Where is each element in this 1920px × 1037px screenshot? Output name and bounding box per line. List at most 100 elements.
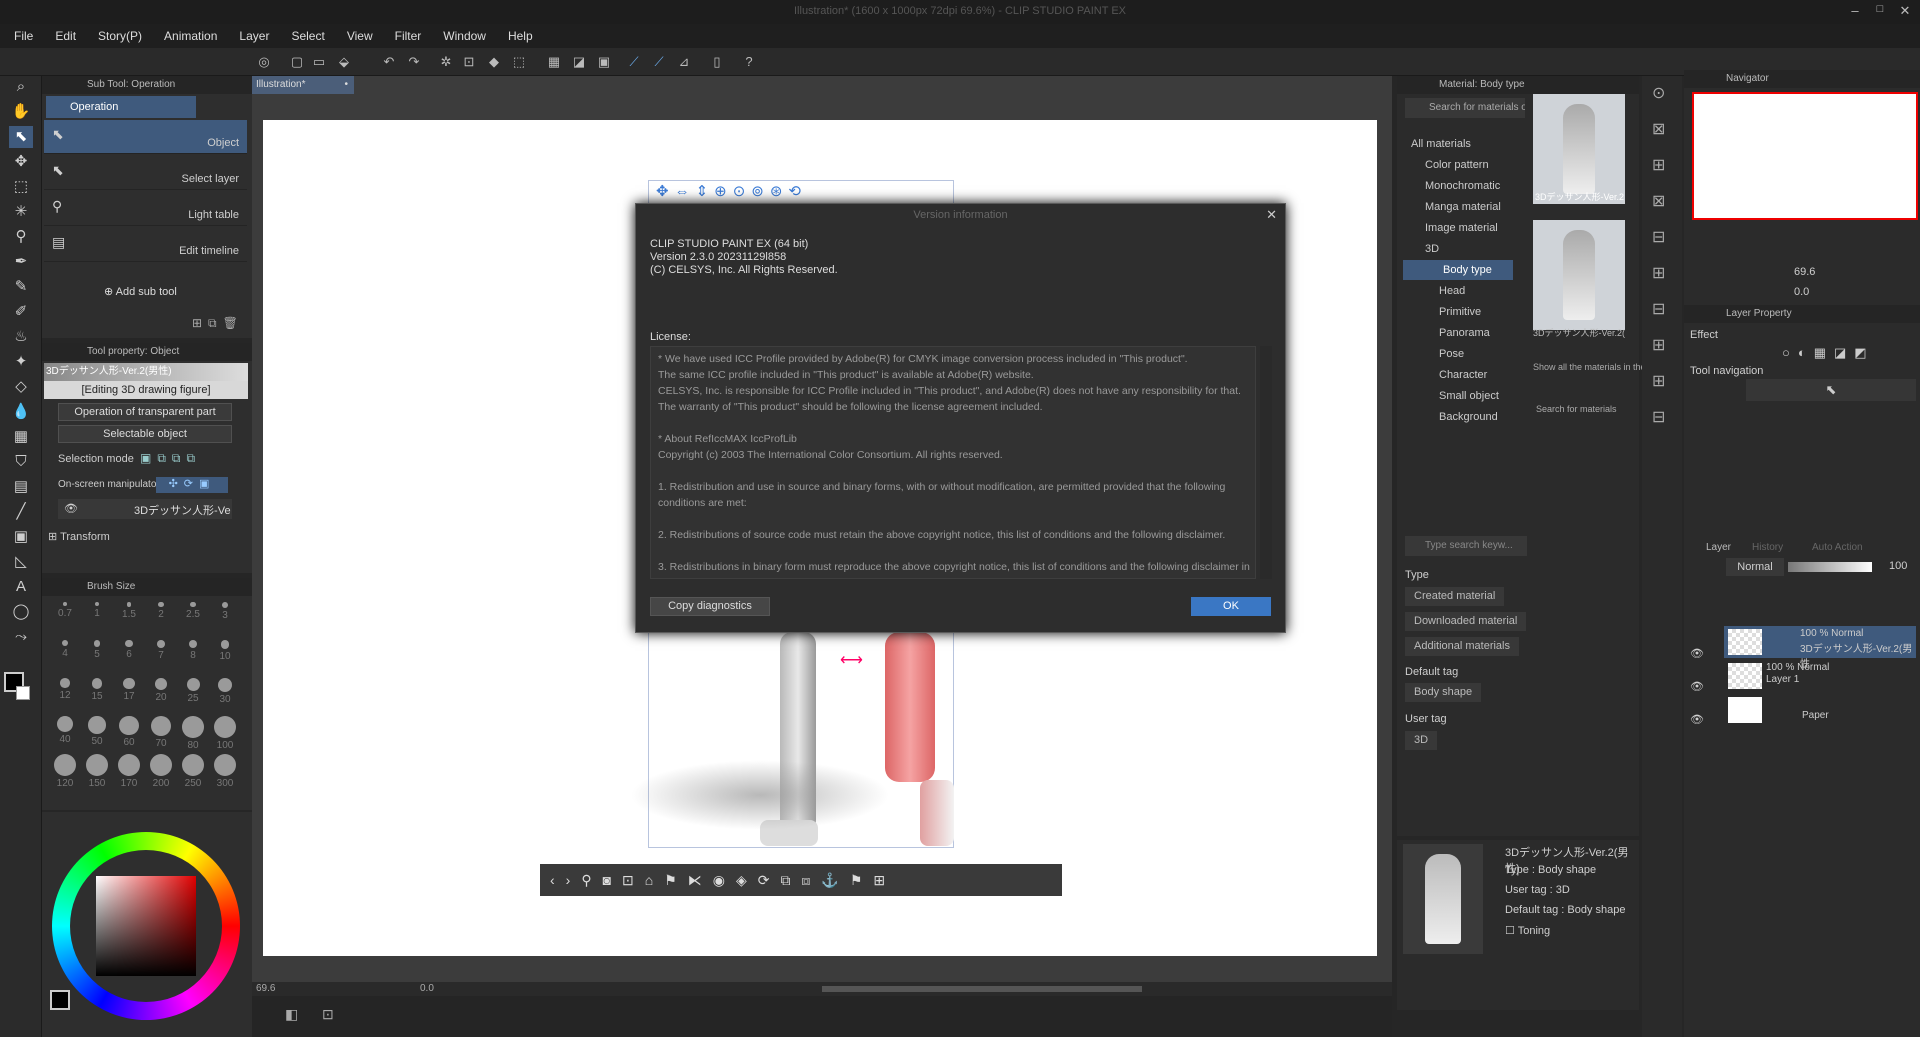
brush-size-option[interactable]: 3 [210,602,240,621]
license-scrollbar[interactable] [1260,346,1272,579]
menu-view[interactable]: View [336,24,384,48]
copy-diagnostics-button[interactable]: Copy diagnostics [650,597,770,616]
open-icon[interactable]: ▭ [310,53,328,71]
transparent-part-dropdown[interactable]: Operation of transparent part [58,403,232,421]
auto-select-tool-icon[interactable]: ✳ [9,201,33,223]
gradient-tool-icon[interactable]: ▤ [9,476,33,498]
brush-size-option[interactable]: 10 [210,640,240,662]
sub-tool-select-layer[interactable]: ⬉ Select layer [44,156,247,190]
brush-size-option[interactable]: 2.5 [178,602,208,620]
default-tag-body-shape[interactable]: Body shape [1405,683,1482,702]
layer-visibility-icons[interactable]: 👁 👁 👁 [1690,638,1704,737]
eyedropper-tool-icon[interactable]: ⚲ [9,226,33,248]
brush-size-option[interactable]: 2 [146,602,176,620]
eraser-tool-icon[interactable]: ◇ [9,376,33,398]
object-launcher-bar[interactable]: ‹›⚲◙⊡⌂⚑⧔◉◈⟳⧉⧈⚓⚑⊞ [540,864,1062,896]
brush-size-option[interactable]: 4 [50,640,80,659]
brush-size-option[interactable]: 250 [178,754,208,789]
maximize-button[interactable]: □ [1870,3,1890,21]
menu-animation[interactable]: Animation [153,24,228,48]
material-tree-item[interactable]: Character [1439,365,1487,385]
brush-size-option[interactable]: 6 [114,640,144,660]
type-additional[interactable]: Additional materials [1405,637,1519,656]
brush-size-option[interactable]: 120 [50,754,80,789]
grid-snap-icon[interactable]: ⊿ [675,53,693,71]
brush-size-option[interactable]: 20 [146,678,176,703]
sub-tool-edit-timeline[interactable]: ▤ Edit timeline [44,228,247,262]
add-sub-tool-button[interactable]: ⊕ Add sub tool [104,285,177,298]
brush-size-option[interactable]: 200 [146,754,176,789]
hand-tool-icon[interactable]: ✋ [9,101,33,123]
save-icon[interactable]: ⬙ [335,53,353,71]
search-assets-link[interactable]: Search for materials [1536,404,1617,414]
material-tree-item[interactable]: Monochromatic [1425,176,1500,196]
correct-line-tool-icon[interactable]: ⤳ [9,626,33,648]
menu-story[interactable]: Story(P) [87,24,153,48]
color-panel-main-swatch[interactable] [50,990,70,1010]
material-thumb-1[interactable]: 3Dデッサン人形-Ver.2 [1533,94,1625,204]
navigator-zoom[interactable]: 69.6 [1794,266,1815,278]
panel-icons[interactable]: ⊙ ⊠ ⊞ ⊠ ⊟ ⊞ ⊟ ⊞ ⊞ ⊟ [1652,76,1665,436]
opacity-slider[interactable] [1788,562,1872,572]
material-tree-item[interactable]: Color pattern [1425,155,1489,175]
fit-view-icon[interactable]: ⊡ [322,1006,334,1023]
brush-size-option[interactable]: 8 [178,640,208,661]
balloon-tool-icon[interactable]: ◯ [9,601,33,623]
effect-buttons[interactable]: ○◐▦◪◩ [1782,345,1875,361]
device-icon[interactable]: ▯ [708,53,726,71]
help-icon[interactable]: ? [740,53,758,71]
operation-tool-icon[interactable]: ⬉ [9,126,33,148]
history-tab[interactable]: History [1752,542,1783,553]
sub-tool-object[interactable]: ⬉ Object [44,120,247,154]
material-tree-item[interactable]: Panorama [1439,323,1490,343]
layer-paper[interactable]: Paper [1724,694,1916,726]
sub-color-swatch[interactable] [16,686,30,700]
airbrush-tool-icon[interactable]: ♨ [9,326,33,348]
navigator-rotation[interactable]: 0.0 [1794,286,1809,298]
manipulator-buttons[interactable]: ✣⟳▣ [156,477,228,493]
fill-icon[interactable]: ◆ [485,53,503,71]
layer-tab[interactable]: Layer [1706,542,1731,553]
rotation-manipulator-arrow[interactable]: ⟷ [840,650,920,669]
transform-section[interactable]: ⊞ Transform [48,530,110,543]
opacity-value[interactable]: 100 [1889,560,1907,572]
rotation-readout[interactable]: 0.0 [420,983,434,994]
menu-edit[interactable]: Edit [44,24,87,48]
brush-size-option[interactable]: 80 [178,716,208,751]
menu-filter[interactable]: Filter [384,24,433,48]
material-tree-item[interactable]: Background [1439,407,1498,427]
frame-border-tool-icon[interactable]: ▣ [9,526,33,548]
material-search-assets[interactable]: Search for materials on ASSETS [1405,98,1525,118]
brush-size-option[interactable]: 7 [146,640,176,661]
move-layer-tool-icon[interactable]: ✥ [9,151,33,173]
horizontal-scrollbar[interactable] [822,986,1142,992]
material-tree-item[interactable]: Head [1439,281,1465,301]
special-ruler-snap-icon[interactable]: ⟋ [650,53,668,71]
panel-toggle-icon[interactable]: ◧ [285,1006,298,1023]
sub-tool-group-tab[interactable]: Operation [46,96,196,118]
zoom-readout[interactable]: 69.6 [256,983,275,994]
brush-size-option[interactable]: 70 [146,716,176,749]
brush-size-option[interactable]: 40 [50,716,80,745]
brush-size-option[interactable]: 150 [82,754,112,789]
paint-bucket-icon[interactable]: ⛉ [9,451,33,473]
type-downloaded[interactable]: Downloaded material [1405,612,1527,631]
navigator-preview[interactable] [1692,92,1918,220]
object-row[interactable]: 👁 3Dデッサン人形-Ve [58,499,232,519]
close-window-button[interactable]: ✕ [1895,3,1915,21]
menu-layer[interactable]: Layer [228,24,280,48]
brush-size-option[interactable]: 60 [114,716,144,748]
menu-select[interactable]: Select [280,24,335,48]
brush-size-option[interactable]: 30 [210,678,240,705]
menu-help[interactable]: Help [497,24,544,48]
material-tree-item[interactable]: 3D [1425,239,1439,259]
redo-icon[interactable]: ↷ [405,53,423,71]
brush-size-option[interactable]: 12 [50,678,80,701]
material-tree-item[interactable]: Primitive [1439,302,1481,322]
brush-size-option[interactable]: 15 [82,678,112,702]
blend-tool-icon[interactable]: 💧 [9,401,33,423]
clear-selection-icon[interactable]: ✲ [437,53,455,71]
material-tree-item[interactable]: Image material [1425,218,1498,238]
material-tree-item[interactable]: Manga material [1425,197,1501,217]
pencil-tool-icon[interactable]: ✎ [9,276,33,298]
